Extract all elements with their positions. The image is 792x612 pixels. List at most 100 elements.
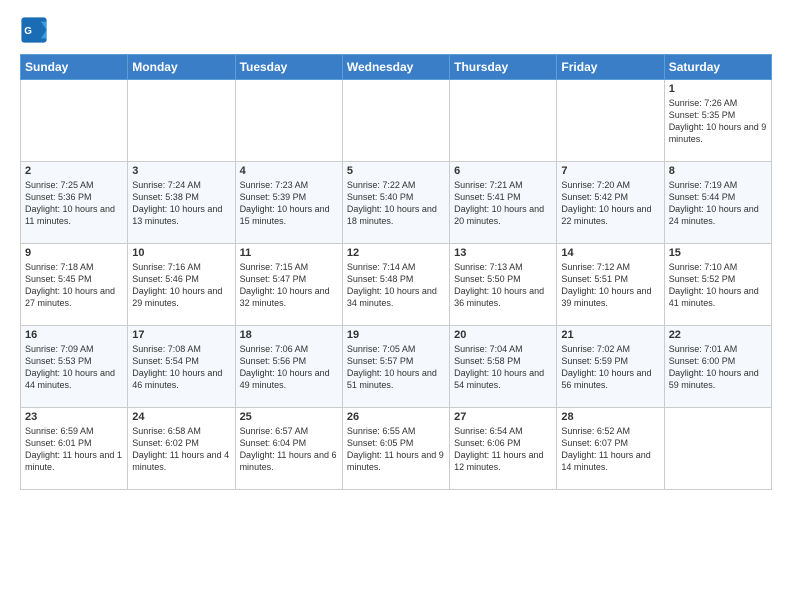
day-number: 1 — [669, 83, 767, 95]
cell-info: Sunrise: 7:14 AM Sunset: 5:48 PM Dayligh… — [347, 261, 445, 310]
calendar-cell: 4 Sunrise: 7:23 AM Sunset: 5:39 PM Daylig… — [235, 162, 342, 244]
day-number: 4 — [240, 165, 338, 177]
svg-text:G: G — [24, 26, 32, 37]
day-number: 27 — [454, 411, 552, 423]
calendar-cell: 3 Sunrise: 7:24 AM Sunset: 5:38 PM Daylig… — [128, 162, 235, 244]
calendar-cell: 23 Sunrise: 6:59 AM Sunset: 6:01 PM Dayli… — [21, 408, 128, 490]
logo: G — [20, 16, 50, 44]
calendar-table: SundayMondayTuesdayWednesdayThursdayFrid… — [20, 54, 772, 490]
cell-info: Sunrise: 7:05 AM Sunset: 5:57 PM Dayligh… — [347, 343, 445, 392]
calendar-cell: 19 Sunrise: 7:05 AM Sunset: 5:57 PM Dayli… — [342, 326, 449, 408]
calendar-cell: 24 Sunrise: 6:58 AM Sunset: 6:02 PM Dayli… — [128, 408, 235, 490]
weekday-sunday: Sunday — [21, 55, 128, 80]
day-number: 16 — [25, 329, 123, 341]
calendar-cell: 22 Sunrise: 7:01 AM Sunset: 6:00 PM Dayli… — [664, 326, 771, 408]
cell-info: Sunrise: 7:08 AM Sunset: 5:54 PM Dayligh… — [132, 343, 230, 392]
logo-icon: G — [20, 16, 48, 44]
day-number: 23 — [25, 411, 123, 423]
day-number: 25 — [240, 411, 338, 423]
day-number: 21 — [561, 329, 659, 341]
calendar-cell: 26 Sunrise: 6:55 AM Sunset: 6:05 PM Dayli… — [342, 408, 449, 490]
cell-info: Sunrise: 7:25 AM Sunset: 5:36 PM Dayligh… — [25, 179, 123, 228]
calendar-cell: 21 Sunrise: 7:02 AM Sunset: 5:59 PM Dayli… — [557, 326, 664, 408]
cell-info: Sunrise: 7:04 AM Sunset: 5:58 PM Dayligh… — [454, 343, 552, 392]
day-number: 10 — [132, 247, 230, 259]
calendar-cell: 5 Sunrise: 7:22 AM Sunset: 5:40 PM Daylig… — [342, 162, 449, 244]
cell-info: Sunrise: 6:58 AM Sunset: 6:02 PM Dayligh… — [132, 425, 230, 474]
calendar-cell — [21, 80, 128, 162]
day-number: 17 — [132, 329, 230, 341]
calendar-cell: 8Sunrise: 7:19 AM Sunset: 5:44 PM Daylig… — [664, 162, 771, 244]
day-number: 19 — [347, 329, 445, 341]
weekday-monday: Monday — [128, 55, 235, 80]
calendar-cell: 14 Sunrise: 7:12 AM Sunset: 5:51 PM Dayli… — [557, 244, 664, 326]
day-number: 20 — [454, 329, 552, 341]
day-number: 13 — [454, 247, 552, 259]
calendar-cell — [450, 80, 557, 162]
calendar-cell: 9 Sunrise: 7:18 AM Sunset: 5:45 PM Daylig… — [21, 244, 128, 326]
day-number: 9 — [25, 247, 123, 259]
weekday-header-row: SundayMondayTuesdayWednesdayThursdayFrid… — [21, 55, 772, 80]
calendar-cell: 11Sunrise: 7:15 AM Sunset: 5:47 PM Dayli… — [235, 244, 342, 326]
calendar-cell — [235, 80, 342, 162]
calendar-cell — [342, 80, 449, 162]
day-number: 5 — [347, 165, 445, 177]
calendar-cell: 15 Sunrise: 7:10 AM Sunset: 5:52 PM Dayli… — [664, 244, 771, 326]
cell-info: Sunrise: 6:52 AM Sunset: 6:07 PM Dayligh… — [561, 425, 659, 474]
cell-info: Sunrise: 7:18 AM Sunset: 5:45 PM Dayligh… — [25, 261, 123, 310]
cell-info: Sunrise: 7:15 AM Sunset: 5:47 PM Dayligh… — [240, 261, 338, 310]
cell-info: Sunrise: 7:06 AM Sunset: 5:56 PM Dayligh… — [240, 343, 338, 392]
calendar-cell: 12Sunrise: 7:14 AM Sunset: 5:48 PM Dayli… — [342, 244, 449, 326]
cell-info: Sunrise: 7:10 AM Sunset: 5:52 PM Dayligh… — [669, 261, 767, 310]
week-row-1: 1Sunrise: 7:26 AM Sunset: 5:35 PM Daylig… — [21, 80, 772, 162]
page: G SundayMondayTuesdayWednesdayThursdayFr… — [0, 0, 792, 612]
calendar-cell: 13 Sunrise: 7:13 AM Sunset: 5:50 PM Dayli… — [450, 244, 557, 326]
calendar-cell: 20 Sunrise: 7:04 AM Sunset: 5:58 PM Dayli… — [450, 326, 557, 408]
cell-info: Sunrise: 6:57 AM Sunset: 6:04 PM Dayligh… — [240, 425, 338, 474]
cell-info: Sunrise: 6:54 AM Sunset: 6:06 PM Dayligh… — [454, 425, 552, 474]
calendar-cell — [557, 80, 664, 162]
day-number: 6 — [454, 165, 552, 177]
calendar-cell: 25 Sunrise: 6:57 AM Sunset: 6:04 PM Dayli… — [235, 408, 342, 490]
day-number: 28 — [561, 411, 659, 423]
cell-info: Sunrise: 7:20 AM Sunset: 5:42 PM Dayligh… — [561, 179, 659, 228]
weekday-saturday: Saturday — [664, 55, 771, 80]
day-number: 18 — [240, 329, 338, 341]
day-number: 15 — [669, 247, 767, 259]
calendar-cell — [664, 408, 771, 490]
cell-info: Sunrise: 7:19 AM Sunset: 5:44 PM Dayligh… — [669, 179, 767, 228]
calendar-cell — [128, 80, 235, 162]
week-row-2: 2 Sunrise: 7:25 AM Sunset: 5:36 PM Daylig… — [21, 162, 772, 244]
day-number: 22 — [669, 329, 767, 341]
week-row-4: 16 Sunrise: 7:09 AM Sunset: 5:53 PM Dayli… — [21, 326, 772, 408]
cell-info: Sunrise: 6:59 AM Sunset: 6:01 PM Dayligh… — [25, 425, 123, 474]
cell-info: Sunrise: 6:55 AM Sunset: 6:05 PM Dayligh… — [347, 425, 445, 474]
calendar-cell: 27 Sunrise: 6:54 AM Sunset: 6:06 PM Dayli… — [450, 408, 557, 490]
cell-info: Sunrise: 7:09 AM Sunset: 5:53 PM Dayligh… — [25, 343, 123, 392]
day-number: 2 — [25, 165, 123, 177]
week-row-3: 9 Sunrise: 7:18 AM Sunset: 5:45 PM Daylig… — [21, 244, 772, 326]
header: G — [20, 16, 772, 44]
cell-info: Sunrise: 7:21 AM Sunset: 5:41 PM Dayligh… — [454, 179, 552, 228]
week-row-5: 23 Sunrise: 6:59 AM Sunset: 6:01 PM Dayli… — [21, 408, 772, 490]
calendar-cell: 10Sunrise: 7:16 AM Sunset: 5:46 PM Dayli… — [128, 244, 235, 326]
cell-info: Sunrise: 7:24 AM Sunset: 5:38 PM Dayligh… — [132, 179, 230, 228]
day-number: 7 — [561, 165, 659, 177]
cell-info: Sunrise: 7:12 AM Sunset: 5:51 PM Dayligh… — [561, 261, 659, 310]
cell-info: Sunrise: 7:23 AM Sunset: 5:39 PM Dayligh… — [240, 179, 338, 228]
day-number: 24 — [132, 411, 230, 423]
cell-info: Sunrise: 7:01 AM Sunset: 6:00 PM Dayligh… — [669, 343, 767, 392]
calendar-cell: 1Sunrise: 7:26 AM Sunset: 5:35 PM Daylig… — [664, 80, 771, 162]
cell-info: Sunrise: 7:02 AM Sunset: 5:59 PM Dayligh… — [561, 343, 659, 392]
day-number: 3 — [132, 165, 230, 177]
weekday-friday: Friday — [557, 55, 664, 80]
cell-info: Sunrise: 7:13 AM Sunset: 5:50 PM Dayligh… — [454, 261, 552, 310]
day-number: 26 — [347, 411, 445, 423]
day-number: 14 — [561, 247, 659, 259]
calendar-cell: 6 Sunrise: 7:21 AM Sunset: 5:41 PM Daylig… — [450, 162, 557, 244]
calendar-cell: 28 Sunrise: 6:52 AM Sunset: 6:07 PM Dayli… — [557, 408, 664, 490]
calendar-cell: 7 Sunrise: 7:20 AM Sunset: 5:42 PM Daylig… — [557, 162, 664, 244]
calendar-cell: 16 Sunrise: 7:09 AM Sunset: 5:53 PM Dayli… — [21, 326, 128, 408]
weekday-wednesday: Wednesday — [342, 55, 449, 80]
cell-info: Sunrise: 7:22 AM Sunset: 5:40 PM Dayligh… — [347, 179, 445, 228]
